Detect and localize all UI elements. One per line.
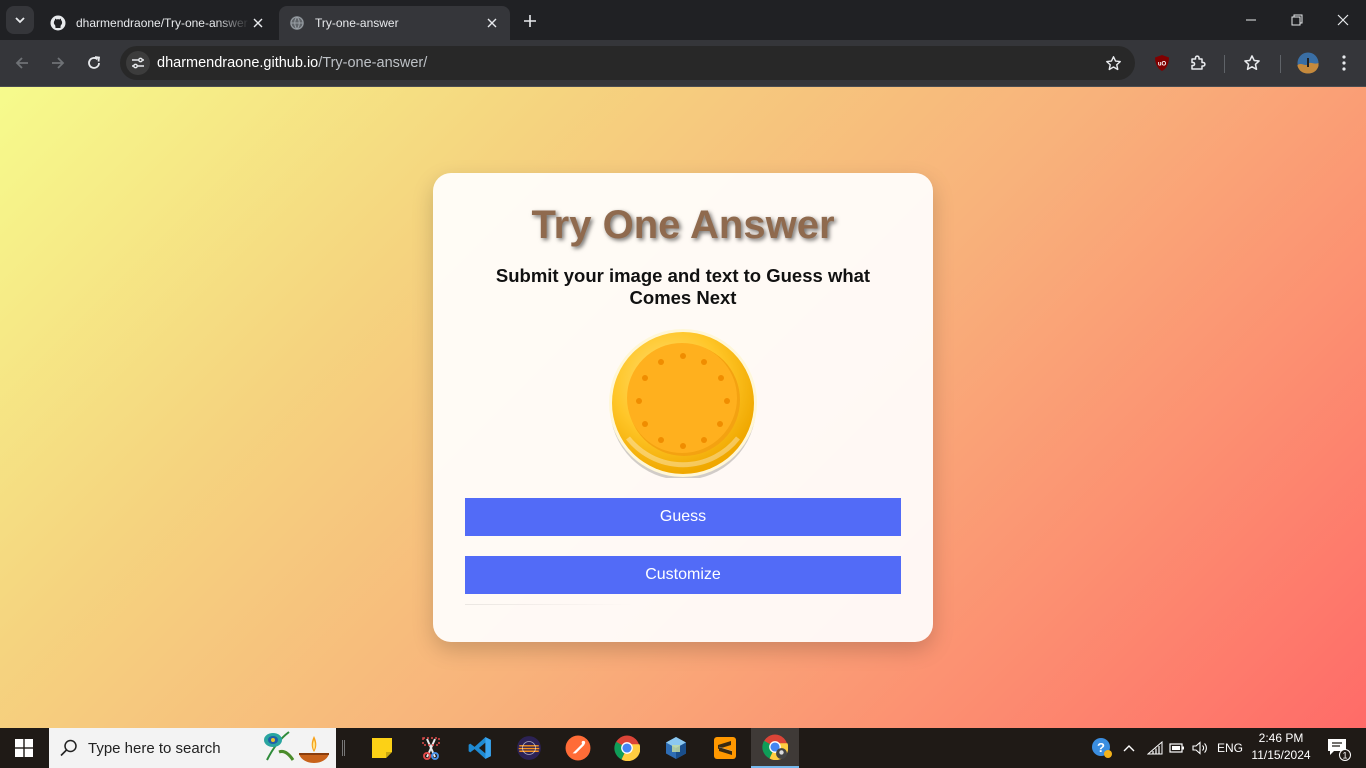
bookmarks-button[interactable] <box>1239 50 1265 76</box>
taskbar-app-vscode[interactable] <box>456 728 504 768</box>
clock-date: 11/15/2024 <box>1251 748 1311 762</box>
volume-tray-icon[interactable] <box>1189 728 1211 768</box>
forward-button[interactable] <box>45 50 71 76</box>
language-indicator[interactable]: ENG <box>1213 728 1247 768</box>
sublime-text-icon <box>714 737 736 759</box>
github-icon <box>50 15 66 31</box>
snipping-tool-icon <box>422 737 440 760</box>
tab-title: Try-one-answer <box>315 16 399 30</box>
minimize-icon <box>1246 19 1256 21</box>
back-button[interactable] <box>9 50 35 76</box>
puzzle-icon <box>1191 55 1206 70</box>
toolbar-separator <box>1280 55 1281 73</box>
clock[interactable]: 2:46 PM 11/15/2024 <box>1244 730 1318 766</box>
battery-tray-icon[interactable] <box>1166 728 1188 768</box>
page-viewport: Try One Answer Submit your image and tex… <box>0 87 1366 728</box>
browser-toolbar: dharmendraone.github.io/Try-one-answer/ … <box>0 40 1366 87</box>
clock-time: 2:46 PM <box>1258 731 1304 745</box>
close-tab-icon[interactable] <box>484 15 500 31</box>
reload-icon <box>88 56 101 69</box>
taskbar-app-chrome[interactable] <box>603 728 651 768</box>
show-hidden-icons-button[interactable] <box>1118 728 1140 768</box>
bookmark-star-button[interactable] <box>1103 53 1123 73</box>
profile-button[interactable] <box>1295 50 1321 76</box>
page-subtitle: Submit your image and text to Guess what… <box>495 265 871 308</box>
help-icon: ? <box>1092 738 1112 758</box>
chrome-icon <box>614 735 640 761</box>
plus-icon <box>524 15 536 27</box>
speaker-icon <box>1192 741 1207 755</box>
ublock-extension-button[interactable]: uO <box>1149 50 1175 76</box>
search-highlight-image <box>264 731 329 763</box>
star-list-icon <box>1244 55 1260 71</box>
help-tray-icon[interactable]: ? <box>1088 728 1116 768</box>
more-vertical-icon <box>1342 55 1346 71</box>
wifi-icon <box>1147 741 1163 755</box>
divider <box>465 604 635 605</box>
postman-icon <box>565 735 591 761</box>
notification-count: 1 <box>1342 751 1347 761</box>
tab-try-one-answer[interactable]: Try-one-answer <box>279 6 510 40</box>
reload-button[interactable] <box>81 50 107 76</box>
notification-icon: 1 <box>1328 739 1351 761</box>
ublock-origin-icon: uO <box>1155 55 1169 71</box>
restore-icon <box>1291 14 1303 26</box>
customize-button[interactable]: Customize <box>465 556 901 594</box>
eclipse-icon <box>517 736 541 760</box>
arrow-right-icon <box>52 57 65 69</box>
address-bar[interactable]: dharmendraone.github.io/Try-one-answer/ <box>120 46 1135 80</box>
close-tab-icon[interactable] <box>250 15 266 31</box>
taskbar-app-eclipse[interactable] <box>505 728 553 768</box>
globe-icon <box>289 15 305 31</box>
tab-title: dharmendraone/Try-one-answer <box>76 16 248 30</box>
gold-coin-icon <box>609 329 757 478</box>
url-path: /Try-one-answer/ <box>318 55 428 71</box>
close-window-button[interactable] <box>1320 0 1366 40</box>
url-text[interactable]: dharmendraone.github.io/Try-one-answer/ <box>157 55 427 71</box>
virtualbox-icon <box>666 737 686 759</box>
taskbar: Type here to search ? ENG 2:46 PM 11/15/… <box>0 728 1366 768</box>
network-tray-icon[interactable] <box>1144 728 1166 768</box>
tab-strip: dharmendraone/Try-one-answer Try-one-ans… <box>0 0 1366 40</box>
start-button[interactable] <box>0 728 48 768</box>
star-icon <box>1105 55 1121 70</box>
taskbar-app-chrome-active[interactable] <box>751 728 799 768</box>
chrome-profile-icon <box>762 734 788 760</box>
vscode-icon <box>468 737 491 759</box>
taskbar-divider <box>342 740 345 756</box>
minimize-button[interactable] <box>1228 0 1274 40</box>
windows-logo-icon <box>15 739 33 757</box>
chevron-down-icon <box>15 17 25 24</box>
tab-github[interactable]: dharmendraone/Try-one-answer <box>40 6 276 40</box>
tab-search-button[interactable] <box>6 6 34 34</box>
taskbar-app-virtualbox[interactable] <box>652 728 700 768</box>
taskbar-app-sticky-notes[interactable] <box>358 728 406 768</box>
svg-text:uO: uO <box>1158 62 1167 68</box>
taskbar-app-postman[interactable] <box>554 728 602 768</box>
action-center-button[interactable]: 1 <box>1318 728 1358 768</box>
chrome-menu-button[interactable] <box>1331 50 1357 76</box>
new-tab-button[interactable] <box>519 10 541 32</box>
close-icon <box>1337 14 1349 26</box>
site-info-button[interactable] <box>126 51 150 75</box>
taskbar-search[interactable]: Type here to search <box>49 728 336 768</box>
avatar <box>1297 52 1319 74</box>
chevron-up-icon <box>1123 745 1135 752</box>
main-card: Try One Answer Submit your image and tex… <box>433 173 933 642</box>
battery-icon <box>1169 743 1184 753</box>
taskbar-app-snipping-tool[interactable] <box>407 728 455 768</box>
guess-button[interactable]: Guess <box>465 498 901 536</box>
search-placeholder: Type here to search <box>88 740 221 757</box>
sticky-notes-icon <box>372 738 392 758</box>
search-icon <box>60 739 77 757</box>
tune-icon <box>132 57 144 69</box>
arrow-left-icon <box>15 57 28 69</box>
svg-text:?: ? <box>1097 740 1105 755</box>
extensions-button[interactable] <box>1185 50 1211 76</box>
url-host: dharmendraone.github.io <box>157 55 319 71</box>
toolbar-separator <box>1224 55 1225 73</box>
taskbar-app-sublime-text[interactable] <box>701 728 749 768</box>
page-title: Try One Answer <box>531 203 835 247</box>
restore-button[interactable] <box>1274 0 1320 40</box>
